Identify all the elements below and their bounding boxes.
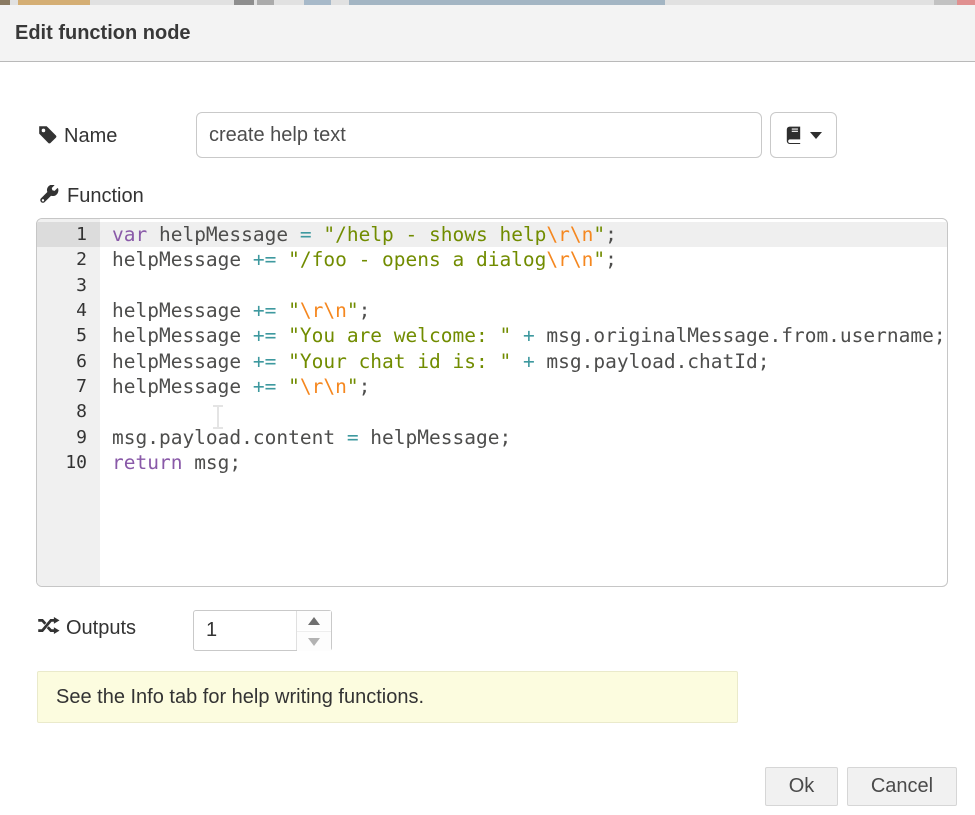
outputs-spinner	[193, 610, 332, 651]
spinner-buttons	[296, 611, 331, 650]
name-label: Name	[64, 124, 117, 148]
gutter-numbers: 12345678910	[37, 219, 100, 586]
code-line[interactable]	[100, 399, 947, 424]
info-tip: See the Info tab for help writing functi…	[37, 671, 738, 723]
gutter-line-number: 1	[37, 222, 100, 247]
code-line[interactable]: helpMessage += "\r\n";	[100, 374, 947, 399]
ibeam-pointer	[212, 405, 224, 429]
book-icon	[785, 126, 803, 144]
library-button[interactable]	[770, 112, 837, 158]
dialog-header: Edit function node	[0, 5, 975, 62]
code-line[interactable]: helpMessage += "Your chat id is: " + msg…	[100, 349, 947, 374]
outputs-label: Outputs	[66, 616, 136, 640]
ok-button[interactable]: Ok	[765, 767, 838, 806]
code-line[interactable]: var helpMessage = "/help - shows help\r\…	[100, 222, 947, 247]
spinner-up-button[interactable]	[297, 611, 331, 630]
tag-icon	[38, 125, 58, 145]
code-lines[interactable]: var helpMessage = "/help - shows help\r\…	[100, 219, 947, 586]
code-line[interactable]	[100, 273, 947, 298]
gutter-line-number: 4	[37, 298, 100, 323]
code-line[interactable]: helpMessage += "You are welcome: " + msg…	[100, 323, 947, 348]
code-line[interactable]: helpMessage += "\r\n";	[100, 298, 947, 323]
name-input[interactable]	[196, 112, 762, 158]
gutter-line-number: 9	[37, 425, 100, 450]
gutter-line-number: 6	[37, 349, 100, 374]
caret-down-icon	[810, 132, 822, 139]
arrow-down-icon	[308, 638, 320, 646]
wrench-icon	[40, 185, 60, 205]
code-line[interactable]: msg.payload.content = helpMessage;	[100, 425, 947, 450]
screen: Edit function node Name	[0, 0, 975, 815]
dialog-title: Edit function node	[15, 5, 191, 62]
gutter-line-number: 8	[37, 399, 100, 424]
gutter-line-number: 3	[37, 273, 100, 298]
info-tip-text: See the Info tab for help writing functi…	[56, 686, 424, 709]
function-code-editor[interactable]: 12345678910 var helpMessage = "/help - s…	[36, 218, 948, 587]
outputs-input[interactable]	[194, 611, 297, 650]
edit-function-node-dialog: Edit function node Name	[0, 5, 975, 815]
code-line[interactable]: helpMessage += "/foo - opens a dialog\r\…	[100, 247, 947, 272]
cancel-button[interactable]: Cancel	[847, 767, 957, 806]
gutter-line-number: 7	[37, 374, 100, 399]
gutter-line-number: 2	[37, 247, 100, 272]
gutter-line-number: 10	[37, 450, 100, 475]
gutter-line-number: 5	[37, 323, 100, 348]
function-label: Function	[67, 184, 144, 208]
arrow-up-icon	[308, 617, 320, 625]
spinner-down-button[interactable]	[297, 631, 331, 651]
shuffle-icon	[38, 617, 58, 637]
code-line[interactable]: return msg;	[100, 450, 947, 475]
